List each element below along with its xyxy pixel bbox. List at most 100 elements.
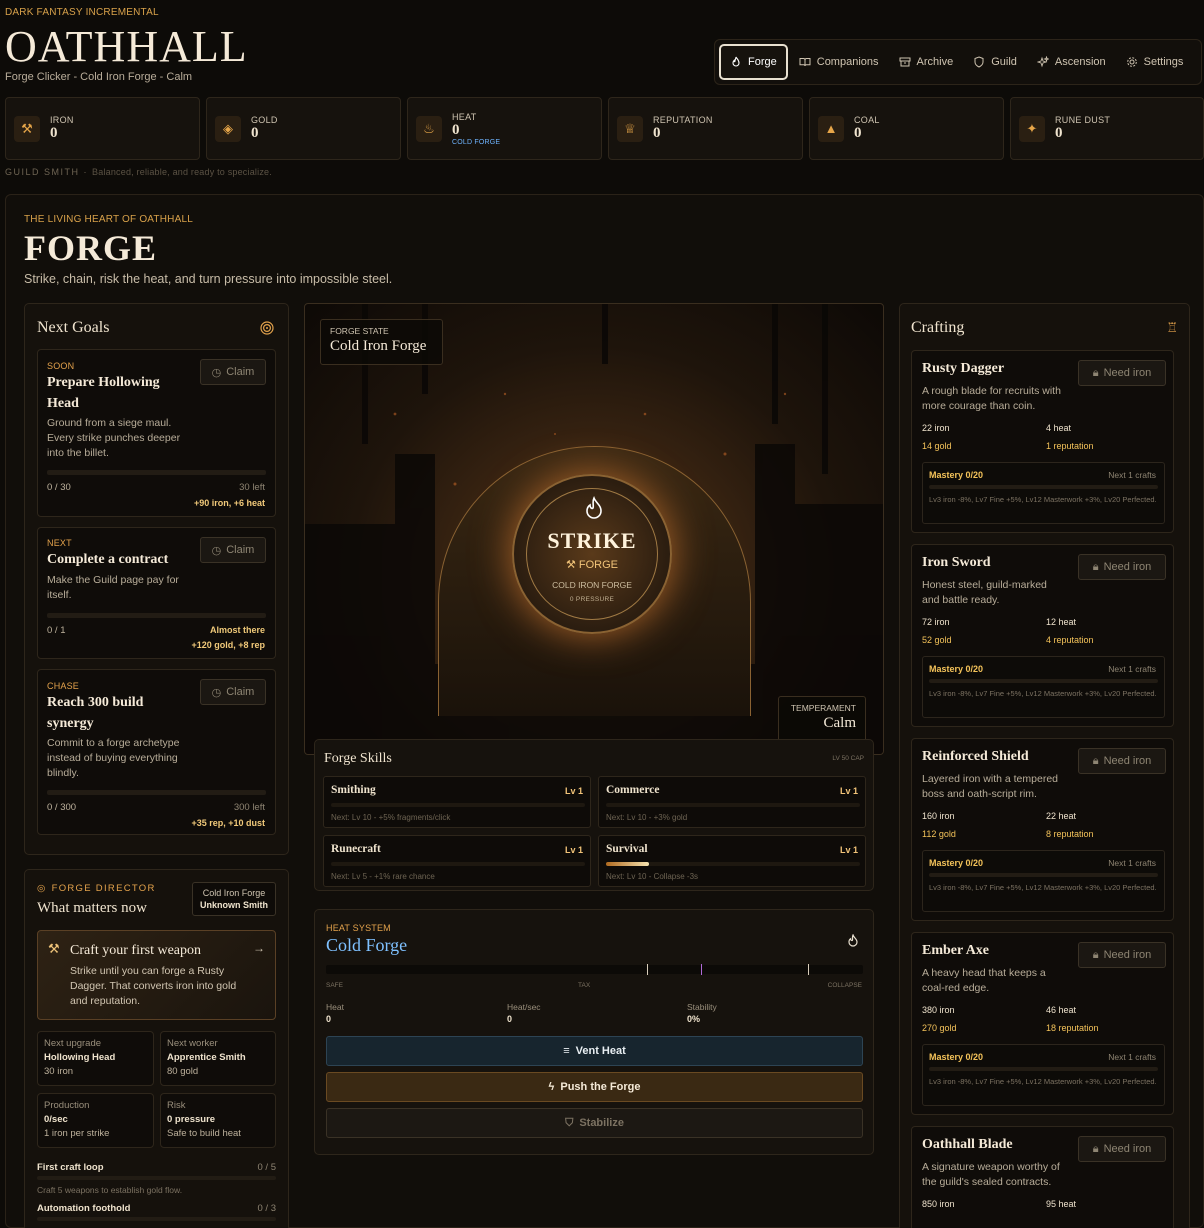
goal-progress-bar [47,613,266,618]
mastery-bonus: Lv3 iron -8%, Lv7 Fine +5%, Lv12 Masterw… [929,1077,1157,1086]
push-forge-button[interactable]: ϟ Push the Forge [326,1072,863,1102]
need-iron-button[interactable]: 🔒︎ Need iron [1078,554,1166,580]
resource-gold: ◈ GOLD 0 [206,97,401,160]
skill-card[interactable]: Survival Lv 1 Next: Lv 10 - Collapse -3s [598,835,866,887]
need-iron-button[interactable]: 🔒︎ Need iron [1078,360,1166,386]
goal-card: CHASE Reach 300 build synergy Commit to a… [37,669,276,835]
craft-reward-gold: 14 gold [922,441,952,451]
skills-cap: LV 50 CAP [832,755,864,762]
claim-button[interactable]: ◷ Claim [200,679,266,705]
craft-cost-heat: 22 heat [1046,811,1077,821]
main-nav: Forge Companions Archive Guild Ascension… [714,39,1202,85]
heat-title: Cold Forge [326,935,408,955]
shield-icon [973,56,985,68]
goal-left: Almost there [209,625,265,635]
goal-reward: +90 iron, +6 heat [193,498,265,508]
flame-icon [583,496,605,527]
sparkles-icon: ✦ [1019,115,1045,142]
skill-card[interactable]: Smithing Lv 1 Next: Lv 10 - +5% fragment… [323,776,591,828]
heat-stat-label: Heat/sec [507,1002,541,1012]
gem-icon: ◈ [215,115,241,142]
resource-value: 0 [251,125,259,141]
skill-card[interactable]: Commerce Lv 1 Next: Lv 10 - +3% gold [598,776,866,828]
craft-cost-heat: 95 heat [1046,1199,1077,1209]
nav-tab-settings[interactable]: Settings [1117,44,1193,80]
director-stat: Production 0/sec 1 iron per strike [37,1093,154,1148]
goal-card: NEXT Complete a contract Make the Guild … [37,527,276,659]
flame-icon [730,56,742,68]
resource-label: HEAT [452,111,477,122]
loop-progress-bar [37,1176,276,1180]
heat-stat-label: Stability [687,1002,717,1012]
loop-count: 0 / 5 [257,1162,277,1173]
page-title: FORGE [24,228,158,268]
mastery-label: Mastery 0/20 [929,1052,984,1062]
button-label: Need iron [1103,561,1152,573]
nav-tab-ascension[interactable]: Ascension [1028,44,1115,80]
craft-reward-rep: 18 reputation [1046,1023,1099,1033]
need-iron-button[interactable]: 🔒︎ Need iron [1078,1136,1166,1162]
goal-reward: +35 rep, +10 dust [191,818,265,828]
skill-level: Lv 1 [564,845,583,855]
nav-tab-archive[interactable]: Archive [890,44,963,80]
goal-desc: Ground from a siege maul. Every strike p… [47,417,181,460]
goal-title-line: Prepare Hollowing [47,375,160,390]
need-iron-button[interactable]: 🔒︎ Need iron [1078,942,1166,968]
resource-label: IRON [50,115,74,125]
strike-button[interactable]: STRIKE ⚒ FORGE COLD IRON FORGE 0 PRESSUR… [512,474,672,634]
director-stat: Next worker Apprentice Smith 80 gold [160,1031,276,1086]
skill-progress-fill [606,862,650,866]
hammer-icon: ⚒ [14,115,40,142]
forge-state-card: FORGE STATE Cold Iron Forge [320,319,443,365]
stat-sub: 30 iron [44,1066,74,1077]
need-iron-button[interactable]: 🔒︎ Need iron [1078,748,1166,774]
claim-label: Claim [226,544,255,556]
badge-line: Unknown Smith [200,899,268,910]
goal-progress: 0 / 300 [47,802,77,813]
skill-name: Runecraft [331,843,381,855]
strike-sub: ⚒ FORGE [565,559,619,571]
craft-reward-gold: 112 gold [922,829,956,839]
goal-card: SOON Prepare Hollowing Head Ground from a… [37,349,276,517]
craft-desc: Honest steel, guild-marked and battle re… [922,579,1047,607]
mastery-progress-bar [929,873,1158,877]
skill-card[interactable]: Runecraft Lv 1 Next: Lv 5 - +1% rare cha… [323,835,591,887]
claim-button[interactable]: ◷ Claim [200,537,266,563]
mastery-bonus: Lv3 iron -8%, Lv7 Fine +5%, Lv12 Masterw… [929,689,1157,698]
trophy-icon: ♕ [617,115,643,142]
loop-label: First craft loop [37,1162,104,1173]
craft-reward-rep: 1 reputation [1046,441,1094,451]
director-main-card[interactable]: ⚒ Craft your first weapon → Strike until… [37,930,276,1020]
heat-meter-marker [647,964,648,975]
vent-heat-button[interactable]: ≡ Vent Heat [326,1036,863,1066]
stabilize-button[interactable]: ⛉ Stabilize [326,1108,863,1138]
nav-tab-guild[interactable]: Guild [964,44,1026,80]
heat-stat-label: Heat [326,1002,344,1012]
claim-button[interactable]: ◷ Claim [200,359,266,385]
mastery-bonus: Lv3 iron -8%, Lv7 Fine +5%, Lv12 Masterw… [929,495,1157,504]
resource-rune-dust: ✦ RUNE DUST 0 [1010,97,1204,160]
goal-left: 30 left [239,482,265,493]
stat-value: Hollowing Head [44,1052,116,1063]
craft-name: Oathhall Blade [922,1137,1013,1152]
panel-title: Crafting [911,319,965,336]
goal-title-line: Reach 300 build [47,695,144,710]
archetype-name: GUILD SMITH [5,167,80,177]
skill-progress-bar [606,803,860,807]
gear-icon [1126,56,1138,68]
heat-meter [326,964,863,975]
craft-cost-iron: 72 iron [922,617,950,627]
nav-tab-label: Settings [1143,56,1184,68]
craft-card: Iron Sword Honest steel, guild-marked an… [911,544,1174,727]
forge-page: THE LIVING HEART OF OATHHALL FORGE Strik… [5,194,1204,1228]
skill-progress-bar [606,862,860,866]
heat-meter-marker [701,964,702,975]
nav-tab-companions[interactable]: Companions [790,44,888,80]
loop-progress-bar [37,1217,276,1221]
compass-icon: ◎ [37,883,47,894]
director-title: What matters now [37,900,147,916]
nav-tab-forge[interactable]: Forge [719,44,788,80]
forge-skills-panel: Forge Skills LV 50 CAP Smithing Lv 1 Nex… [314,739,874,891]
goal-tag: NEXT [47,538,72,548]
skill-progress-bar [331,862,585,866]
